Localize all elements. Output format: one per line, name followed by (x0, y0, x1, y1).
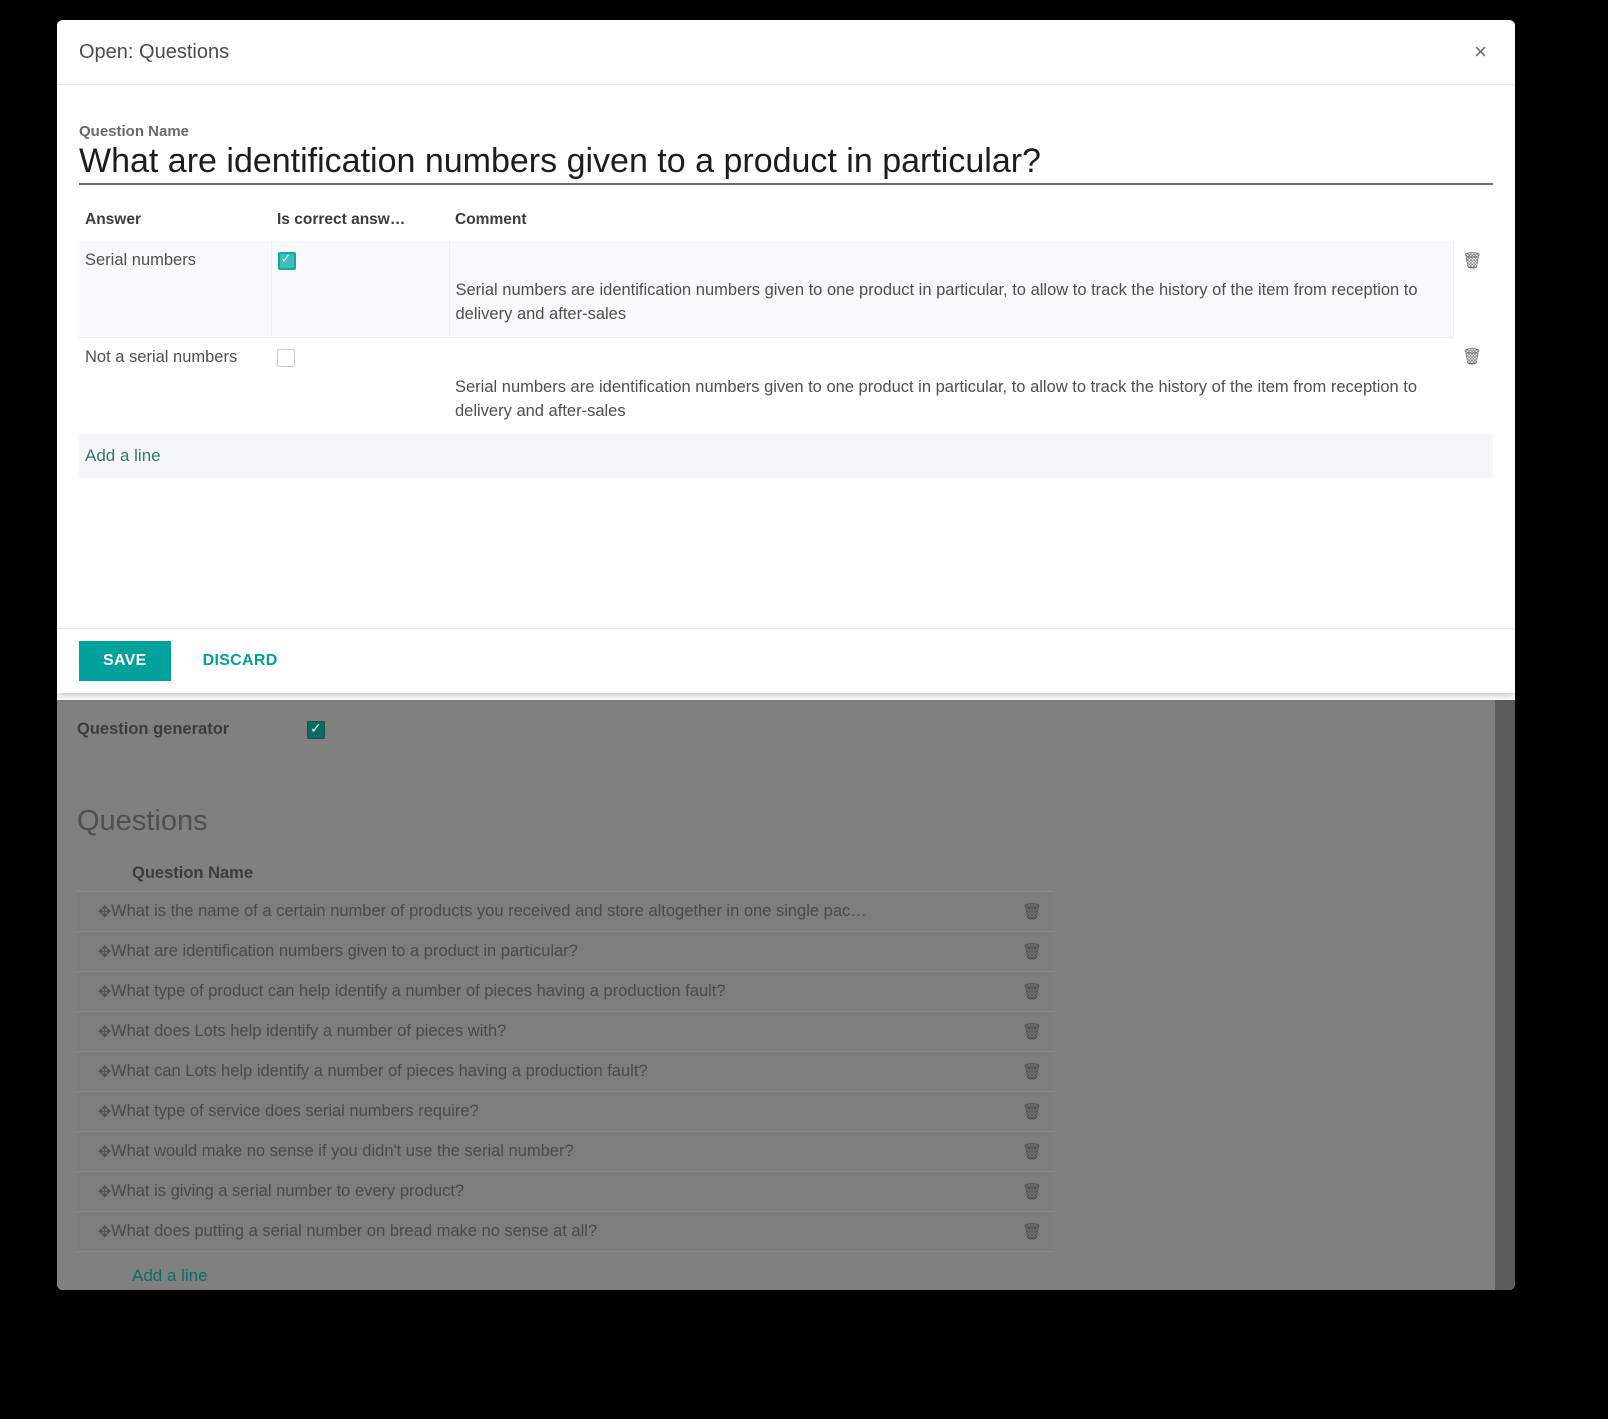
questions-table: Question Name ✥ What is the name of a cer… (77, 860, 1052, 1290)
question-list-row-text[interactable]: What is giving a serial number to every … (111, 1182, 1012, 1201)
question-list-row[interactable]: ✥ What does putting a serial number on br… (77, 1211, 1052, 1251)
answer-row[interactable]: Not a serial numbers Serial numbers are i… (79, 337, 1493, 433)
question-generator-checkbox[interactable] (307, 719, 325, 739)
questions-section-heading: Questions (77, 805, 208, 837)
delete-question-trash-icon[interactable]: 🗑 (1012, 902, 1052, 922)
answer-cell-is-correct (271, 337, 449, 433)
answer-cell-comment[interactable]: Serial numbers are identification number… (449, 337, 1453, 433)
answer-cell-is-correct (271, 241, 450, 338)
is-correct-checkbox[interactable] (277, 250, 296, 270)
open-questions-dialog: Open: Questions × Question Name Answer I… (57, 20, 1515, 693)
question-generator-field: Question generator (77, 719, 325, 739)
question-list-row[interactable]: ✥ What type of service does serial number… (77, 1091, 1052, 1131)
answer-cell-text[interactable]: Not a serial numbers (79, 337, 271, 433)
delete-question-trash-icon[interactable]: 🗑 (1012, 1062, 1052, 1082)
question-name-input[interactable] (79, 142, 1493, 181)
question-list-row-text[interactable]: What would make no sense if you didn't u… (111, 1142, 1012, 1161)
questions-rows: ✥ What is the name of a certain number of… (77, 891, 1052, 1251)
delete-question-trash-icon[interactable]: 🗑 (1012, 1182, 1052, 1202)
question-list-row[interactable]: ✥ What is giving a serial number to every… (77, 1171, 1052, 1211)
questions-column-header: Question Name (132, 864, 254, 882)
dialog-footer: SAVE DISCARD (57, 628, 1515, 692)
background-content: Question generator Questions Question Na… (57, 700, 1495, 1290)
drag-handle-icon[interactable]: ✥ (77, 1142, 111, 1162)
question-list-row[interactable]: ✥ What would make no sense if you didn't … (77, 1131, 1052, 1171)
dialog-title: Open: Questions (79, 40, 230, 63)
drag-handle-icon[interactable]: ✥ (77, 982, 111, 1002)
column-header-is-correct: Is correct answ… (277, 211, 406, 229)
question-list-row-text[interactable]: What type of service does serial numbers… (111, 1102, 1012, 1121)
discard-button[interactable]: DISCARD (189, 641, 292, 681)
answer-row[interactable]: Serial numbers Serial numbers are identif… (79, 241, 1493, 338)
drag-handle-icon[interactable]: ✥ (77, 1102, 111, 1122)
question-list-row-text[interactable]: What type of product can help identify a… (111, 982, 1012, 1001)
question-list-row[interactable]: ✥ What does Lots help identify a number o… (77, 1011, 1052, 1051)
delete-question-trash-icon[interactable]: 🗑 (1012, 1102, 1052, 1122)
answers-add-a-line[interactable]: Add a line (79, 433, 1493, 478)
answers-header-row: Answer Is correct answ… Comment (79, 205, 1493, 241)
delete-question-trash-icon[interactable]: 🗑 (1012, 942, 1052, 962)
delete-question-trash-icon[interactable]: 🗑 (1012, 1142, 1052, 1162)
dialog-header: Open: Questions × (57, 20, 1515, 85)
questions-add-a-line[interactable]: Add a line (77, 1251, 1052, 1290)
question-list-row-text[interactable]: What are identification numbers given to… (111, 942, 1012, 961)
question-list-row[interactable]: ✥ What is the name of a certain number of… (77, 891, 1052, 931)
question-list-row-text[interactable]: What is the name of a certain number of … (111, 902, 1012, 921)
save-button[interactable]: SAVE (79, 640, 171, 681)
question-name-label: Question Name (79, 123, 190, 140)
delete-question-trash-icon[interactable]: 🗑 (1012, 1022, 1052, 1042)
answers-add-line-row[interactable]: Add a line (79, 433, 1493, 478)
drag-handle-icon[interactable]: ✥ (77, 902, 111, 922)
question-list-row-text[interactable]: What can Lots help identify a number of … (111, 1062, 1012, 1081)
answer-cell-comment[interactable]: Serial numbers are identification number… (449, 241, 1454, 338)
drag-handle-icon[interactable]: ✥ (77, 1222, 111, 1242)
column-header-actions (1453, 205, 1493, 241)
question-generator-label: Question generator (77, 720, 230, 738)
column-header-answer: Answer (85, 211, 141, 229)
question-list-row-text[interactable]: What does putting a serial number on bre… (111, 1222, 1012, 1241)
drag-handle-icon[interactable]: ✥ (77, 1062, 111, 1082)
answers-table: Answer Is correct answ… Comment Serial n… (79, 205, 1493, 478)
drag-handle-icon[interactable]: ✥ (77, 1182, 111, 1202)
question-list-row[interactable]: ✥ What are identification numbers given t… (77, 931, 1052, 971)
is-correct-checkbox[interactable] (277, 348, 295, 367)
drag-handle-icon[interactable]: ✥ (77, 1022, 111, 1042)
close-icon[interactable]: × (1468, 40, 1493, 64)
question-list-row[interactable]: ✥ What type of product can help identify … (77, 971, 1052, 1011)
answer-cell-text[interactable]: Serial numbers (79, 241, 272, 338)
question-list-row[interactable]: ✥ What can Lots help identify a number of… (77, 1051, 1052, 1091)
dialog-body: Question Name Answer Is correct answ… Co… (57, 85, 1515, 628)
delete-row-trash-icon[interactable]: 🗑 (1453, 337, 1493, 433)
delete-row-trash-icon[interactable]: 🗑 (1453, 241, 1493, 338)
drag-handle-icon[interactable]: ✥ (77, 942, 111, 962)
delete-question-trash-icon[interactable]: 🗑 (1012, 1222, 1052, 1242)
page-scrollbar[interactable] (1495, 700, 1515, 1290)
delete-question-trash-icon[interactable]: 🗑 (1012, 982, 1052, 1002)
question-name-field (79, 142, 1493, 186)
column-header-comment: Comment (455, 211, 527, 229)
question-list-row-text[interactable]: What does Lots help identify a number of… (111, 1022, 1012, 1041)
